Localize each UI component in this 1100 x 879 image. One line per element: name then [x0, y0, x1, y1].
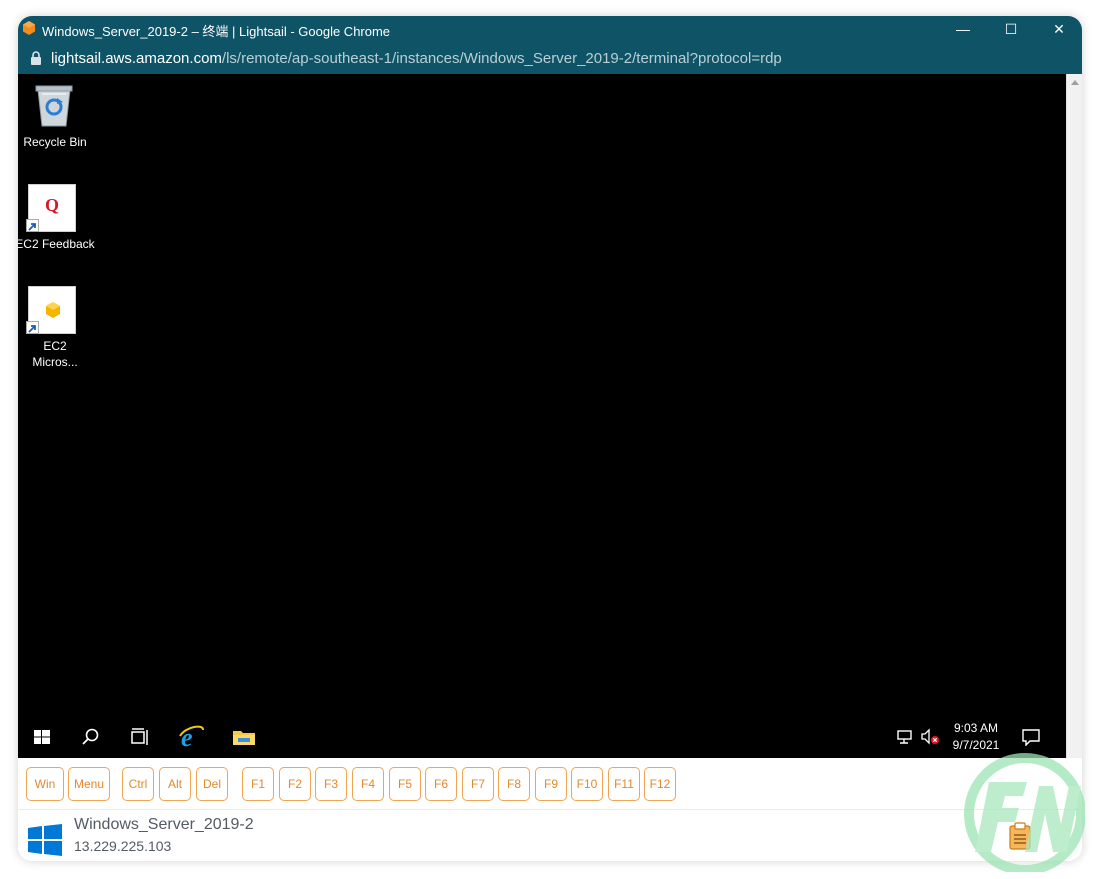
desktop-icon-label: Recycle Bin [23, 135, 87, 149]
lightsail-favicon-icon [23, 21, 35, 35]
desktop-icon-ec2-microsoft[interactable]: EC2 Micros... [18, 286, 95, 376]
key-alt[interactable]: Alt [159, 767, 191, 801]
shortcut-arrow-icon [26, 321, 39, 334]
url-path: /ls/remote/ap-southeast-1/instances/Wind… [221, 50, 782, 67]
recycle-bin-icon [35, 85, 73, 127]
windows-logo-icon [28, 824, 62, 856]
desktop-icon-label: EC2 Feedback [18, 237, 95, 251]
clock-time: 9:03 AM [953, 721, 999, 735]
url-text[interactable]: lightsail.aws.amazon.com/ls/remote/ap-so… [51, 50, 782, 67]
key-del[interactable]: Del [196, 767, 228, 801]
minimize-button[interactable]: — [940, 16, 986, 42]
key-f4[interactable]: F4 [352, 767, 384, 801]
key-menu[interactable]: Menu [68, 767, 110, 801]
ec2-feedback-glyph: Q [44, 195, 59, 215]
desktop-icon-label: EC2 Micros... [32, 339, 78, 369]
desktop-icon-recycle-bin[interactable]: Recycle Bin [18, 82, 95, 154]
key-win[interactable]: Win [26, 767, 64, 801]
key-f1[interactable]: F1 [242, 767, 274, 801]
desktop-icon-ec2-feedback[interactable]: Q EC2 Feedback [18, 184, 95, 260]
key-f12[interactable]: F12 [644, 767, 676, 801]
key-f6[interactable]: F6 [425, 767, 457, 801]
instance-ip: 13.229.225.103 [74, 838, 172, 854]
system-clock[interactable]: 9:03 AM 9/7/2021 [944, 720, 1008, 754]
key-ctrl[interactable]: Ctrl [122, 767, 154, 801]
lock-icon [31, 51, 41, 65]
key-f2[interactable]: F2 [279, 767, 311, 801]
key-f5[interactable]: F5 [389, 767, 421, 801]
action-center-icon[interactable] [1021, 728, 1041, 746]
close-button[interactable]: ✕ [1036, 16, 1082, 42]
address-bar[interactable]: lightsail.aws.amazon.com/ls/remote/ap-so… [18, 42, 1082, 74]
key-f7[interactable]: F7 [462, 767, 494, 801]
maximize-button[interactable]: ☐ [988, 16, 1034, 42]
network-icon[interactable] [896, 729, 914, 745]
instance-name: Windows_Server_2019-2 [74, 816, 254, 833]
start-icon[interactable] [28, 724, 56, 750]
internet-explorer-icon[interactable]: e [178, 724, 206, 750]
scroll-up-icon[interactable] [1071, 80, 1079, 85]
special-keys-bar: Win Menu Ctrl Alt Del F1 F2 F3 F4 F5 F6 … [18, 758, 1082, 810]
vertical-scrollbar[interactable] [1066, 74, 1082, 774]
browser-window: Windows_Server_2019-2 – 终端 | Lightsail -… [18, 16, 1082, 861]
key-f8[interactable]: F8 [498, 767, 530, 801]
url-host: lightsail.aws.amazon.com [51, 50, 222, 67]
volume-muted-icon[interactable] [920, 728, 942, 746]
watermark-logo-icon [964, 753, 1085, 872]
windows-taskbar: e 9:03 AM 9/7/2021 [18, 716, 1066, 758]
key-f3[interactable]: F3 [315, 767, 347, 801]
shortcut-arrow-icon [26, 219, 39, 232]
search-icon[interactable] [76, 724, 104, 750]
remote-desktop-viewport[interactable]: Recycle Bin Q EC2 Feedback EC2 Micros...… [18, 74, 1066, 758]
task-view-icon[interactable] [126, 724, 154, 750]
key-f9[interactable]: F9 [535, 767, 567, 801]
file-explorer-icon[interactable] [230, 724, 258, 750]
key-f11[interactable]: F11 [608, 767, 640, 801]
window-title: Windows_Server_2019-2 – 终端 | Lightsail -… [42, 24, 391, 39]
instance-info-bar: Windows_Server_2019-2 13.229.225.103 [18, 810, 1082, 861]
browser-title-bar: Windows_Server_2019-2 – 终端 | Lightsail -… [18, 16, 1082, 42]
key-f10[interactable]: F10 [571, 767, 603, 801]
